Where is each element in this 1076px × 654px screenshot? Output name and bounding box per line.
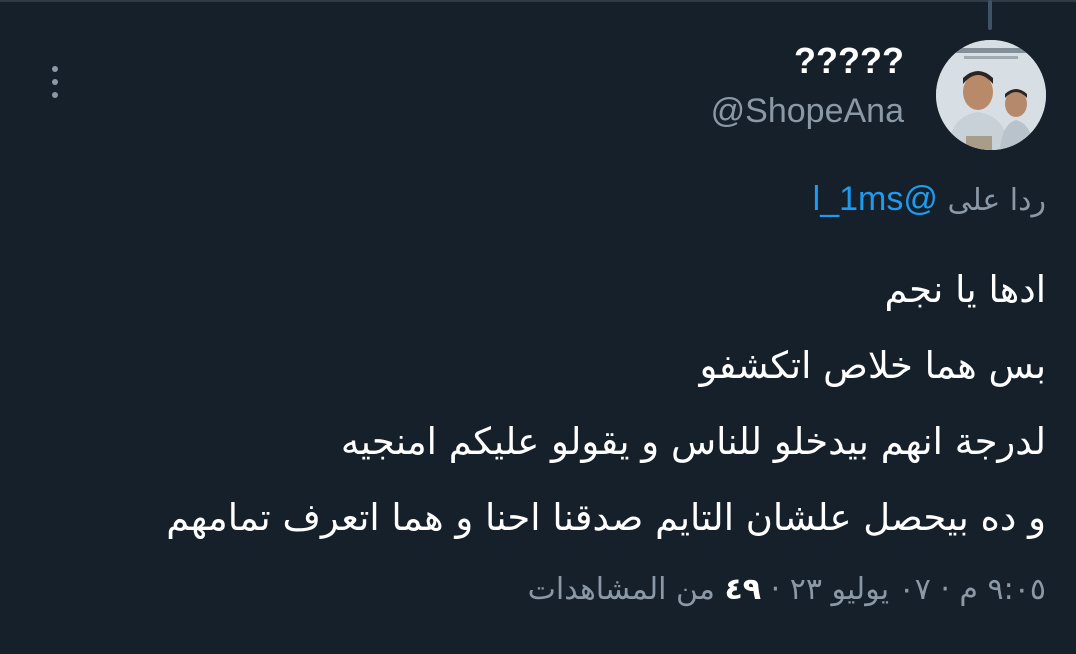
more-dot	[52, 79, 58, 85]
views-count: ٤٩	[724, 572, 762, 607]
tweet-text-line: ادها يا نجم	[884, 268, 1046, 311]
tweet-text-line: لدرجة انهم بيدخلو للناس و يقولو عليكم ام…	[340, 420, 1046, 463]
more-options-icon[interactable]	[40, 60, 70, 104]
thread-connector-line	[988, 0, 992, 30]
more-dot	[52, 66, 58, 72]
tweet-timestamp[interactable]: ٩:٠٥ م · ٠٧ يوليو ٢٣ ·	[771, 572, 1046, 607]
tweet-body: ادها يا نجم بس هما خلاص اتكشفو لدرجة انه…	[26, 252, 1046, 556]
avatar-photo-icon	[936, 40, 1046, 150]
reply-context: ردا على @l_1ms	[813, 180, 1046, 219]
author-display-name[interactable]: ?????	[794, 40, 904, 82]
top-divider	[0, 0, 1076, 2]
author-handle[interactable]: @ShopeAna	[711, 92, 904, 131]
more-dot	[52, 92, 58, 98]
avatar[interactable]	[936, 40, 1046, 150]
reply-prefix: ردا على	[947, 183, 1046, 218]
views-label: من المشاهدات	[527, 572, 715, 607]
tweet-metadata: ٩:٠٥ م · ٠٧ يوليو ٢٣ · ٤٩ من المشاهدات	[528, 572, 1046, 607]
tweet-text-line: و ده بيحصل علشان التايم صدقنا احنا و هما…	[166, 496, 1046, 539]
reply-mention-link[interactable]: @l_1ms	[813, 180, 938, 218]
tweet-text-line: بس هما خلاص اتكشفو	[699, 344, 1046, 387]
